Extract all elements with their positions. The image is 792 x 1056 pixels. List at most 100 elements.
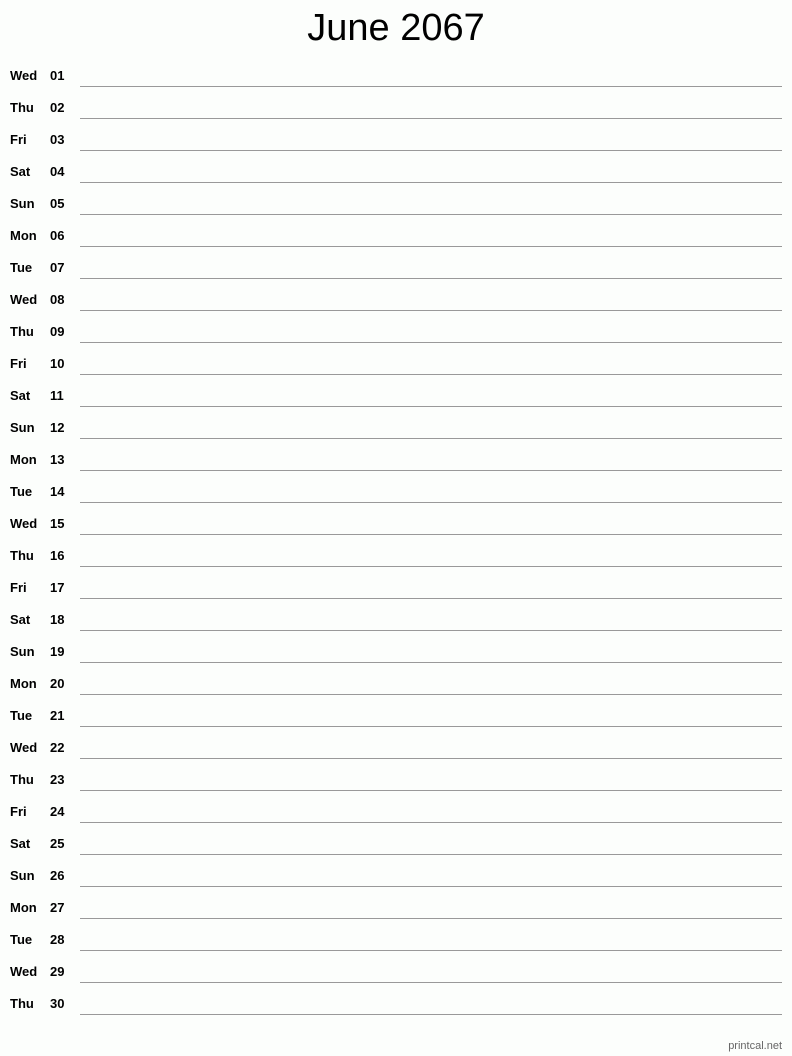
day-of-week: Fri xyxy=(10,804,27,819)
day-row: Fri 24 xyxy=(0,800,792,832)
writing-line xyxy=(80,598,782,599)
writing-line xyxy=(80,566,782,567)
day-number: 05 xyxy=(50,196,65,211)
day-of-week: Tue xyxy=(10,484,33,499)
day-row: Sun 19 xyxy=(0,640,792,672)
day-of-week: Thu xyxy=(10,324,34,339)
writing-line xyxy=(80,630,782,631)
day-list: Wed 01 Thu 02 Fri 03 Sat 04 Sun 05 Mon 06 Tue 07 Wed 08… xyxy=(0,64,792,1024)
writing-line xyxy=(80,182,782,183)
day-row: Thu 16 xyxy=(0,544,792,576)
day-row: Mon 13 xyxy=(0,448,792,480)
writing-line xyxy=(80,982,782,983)
writing-line xyxy=(80,950,782,951)
day-of-week: Sun xyxy=(10,420,35,435)
day-row: Mon 06 xyxy=(0,224,792,256)
day-row: Sun 26 xyxy=(0,864,792,896)
day-row: Tue 07 xyxy=(0,256,792,288)
day-row: Wed 15 xyxy=(0,512,792,544)
day-number: 25 xyxy=(50,836,65,851)
day-number: 27 xyxy=(50,900,65,915)
day-of-week: Thu xyxy=(10,548,34,563)
day-row: Thu 23 xyxy=(0,768,792,800)
day-number: 23 xyxy=(50,772,65,787)
day-of-week: Sun xyxy=(10,868,35,883)
writing-line xyxy=(80,470,782,471)
day-number: 09 xyxy=(50,324,65,339)
day-number: 11 xyxy=(50,388,64,403)
day-of-week: Sat xyxy=(10,836,31,851)
day-number: 08 xyxy=(50,292,65,307)
day-number: 04 xyxy=(50,164,65,179)
day-row: Sat 11 xyxy=(0,384,792,416)
writing-line xyxy=(80,342,782,343)
day-number: 06 xyxy=(50,228,65,243)
day-number: 24 xyxy=(50,804,65,819)
day-row: Tue 28 xyxy=(0,928,792,960)
footer-credit: printcal.net xyxy=(728,1040,782,1052)
day-number: 12 xyxy=(50,420,65,435)
day-of-week: Sat xyxy=(10,388,31,403)
day-of-week: Sat xyxy=(10,612,31,627)
writing-line xyxy=(80,726,782,727)
day-number: 07 xyxy=(50,260,65,275)
writing-line xyxy=(80,758,782,759)
day-row: Mon 27 xyxy=(0,896,792,928)
day-number: 16 xyxy=(50,548,65,563)
writing-line xyxy=(80,918,782,919)
writing-line xyxy=(80,534,782,535)
day-number: 15 xyxy=(50,516,65,531)
writing-line xyxy=(80,694,782,695)
day-row: Thu 09 xyxy=(0,320,792,352)
day-of-week: Fri xyxy=(10,132,27,147)
day-row: Wed 01 xyxy=(0,64,792,96)
day-of-week: Wed xyxy=(10,68,38,83)
day-number: 26 xyxy=(50,868,65,883)
day-of-week: Sun xyxy=(10,644,35,659)
writing-line xyxy=(80,150,782,151)
writing-line xyxy=(80,886,782,887)
day-row: Tue 21 xyxy=(0,704,792,736)
day-number: 30 xyxy=(50,996,65,1011)
day-number: 29 xyxy=(50,964,65,979)
day-row: Sun 05 xyxy=(0,192,792,224)
page-title: June 2067 xyxy=(307,7,485,49)
day-row: Fri 17 xyxy=(0,576,792,608)
writing-line xyxy=(80,246,782,247)
day-of-week: Tue xyxy=(10,260,33,275)
writing-line xyxy=(80,1014,782,1015)
day-row: Tue 14 xyxy=(0,480,792,512)
writing-line xyxy=(80,214,782,215)
writing-line xyxy=(80,790,782,791)
day-number: 28 xyxy=(50,932,65,947)
day-number: 10 xyxy=(50,356,65,371)
day-number: 21 xyxy=(50,708,65,723)
day-number: 03 xyxy=(50,132,65,147)
day-of-week: Mon xyxy=(10,452,37,467)
day-of-week: Fri xyxy=(10,580,27,595)
day-of-week: Wed xyxy=(10,740,38,755)
day-number: 17 xyxy=(50,580,65,595)
day-row: Sat 18 xyxy=(0,608,792,640)
day-number: 02 xyxy=(50,100,65,115)
day-of-week: Thu xyxy=(10,772,34,787)
day-row: Sat 25 xyxy=(0,832,792,864)
day-row: Wed 22 xyxy=(0,736,792,768)
day-row: Sat 04 xyxy=(0,160,792,192)
writing-line xyxy=(80,406,782,407)
writing-line xyxy=(80,502,782,503)
day-row: Sun 12 xyxy=(0,416,792,448)
writing-line xyxy=(80,118,782,119)
day-of-week: Tue xyxy=(10,708,33,723)
writing-line xyxy=(80,374,782,375)
day-of-week: Tue xyxy=(10,932,33,947)
day-of-week: Mon xyxy=(10,900,37,915)
day-of-week: Sat xyxy=(10,164,31,179)
day-of-week: Thu xyxy=(10,996,34,1011)
writing-line xyxy=(80,662,782,663)
day-number: 22 xyxy=(50,740,65,755)
day-of-week: Thu xyxy=(10,100,34,115)
day-number: 14 xyxy=(50,484,65,499)
day-row: Thu 02 xyxy=(0,96,792,128)
day-row: Fri 10 xyxy=(0,352,792,384)
